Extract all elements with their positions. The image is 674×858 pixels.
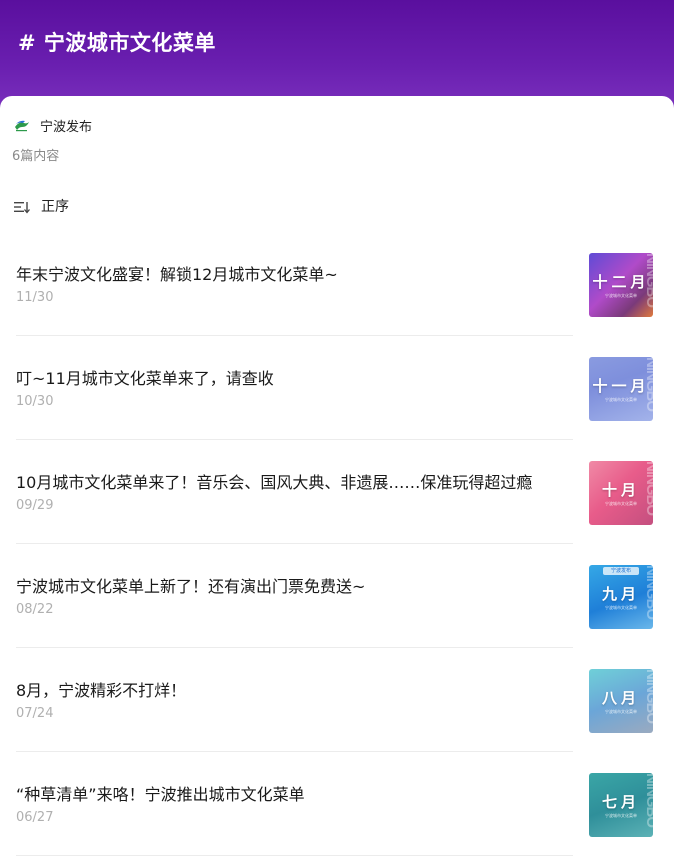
article-date: 08/22 <box>16 602 54 617</box>
article-row[interactable]: 10月城市文化菜单来了！音乐会、国风大典、非遗展……保准玩得超过瘾 09/29 … <box>0 432 674 544</box>
article-date: 09/29 <box>16 498 54 513</box>
article-title: 叮~11月城市文化菜单来了，请查收 <box>16 369 274 388</box>
article-date: 06/27 <box>16 810 54 825</box>
article-row[interactable]: 叮~11月城市文化菜单来了，请查收 10/30 NINGBO 十一月 宁波城市文… <box>0 328 674 440</box>
thumbnail-month: 八月 <box>601 689 640 707</box>
article-thumbnail: NINGBO 十一月 宁波城市文化菜单 <box>589 357 653 421</box>
ningbo-fabu-logo-icon <box>14 118 30 134</box>
article-date: 11/30 <box>16 290 54 305</box>
row-divider <box>16 855 573 856</box>
account-link[interactable]: 宁波发布 <box>14 116 92 135</box>
topic-title: # 宁波城市文化菜单 <box>18 31 216 55</box>
article-date: 07/24 <box>16 706 54 721</box>
thumbnail-month: 十二月 <box>592 273 650 291</box>
article-title: 10月城市文化菜单来了！音乐会、国风大典、非遗展……保准玩得超过瘾 <box>16 473 533 492</box>
article-row[interactable]: 8月，宁波精彩不打烊！ 07/24 NINGBO 八月 宁波城市文化菜单 <box>0 640 674 752</box>
topic-header: # 宁波城市文化菜单 <box>0 0 674 110</box>
thumbnail-subtitle: 宁波城市文化菜单 <box>605 501 637 506</box>
article-row[interactable]: 年末宁波文化盛宴！解锁12月城市文化菜单~ 11/30 NINGBO 十二月 宁… <box>0 224 674 336</box>
article-count: 6篇内容 <box>12 149 60 164</box>
content-card: 宁波发布 6篇内容 正序 年末宁波文化盛宴！解锁12月城市文化菜单~ 11/30… <box>0 96 674 858</box>
article-thumbnail: 宁波发布 NINGBO 九月 宁波城市文化菜单 <box>589 565 653 629</box>
article-thumbnail: NINGBO 十月 宁波城市文化菜单 <box>589 461 653 525</box>
thumbnail-subtitle: 宁波城市文化菜单 <box>605 709 637 714</box>
article-row[interactable]: “种草清单”来咯！宁波推出城市文化菜单 06/27 NINGBO 七月 宁波城市… <box>0 744 674 856</box>
thumbnail-subtitle: 宁波城市文化菜单 <box>605 397 637 402</box>
article-title: 年末宁波文化盛宴！解锁12月城市文化菜单~ <box>16 265 338 284</box>
thumbnail-subtitle: 宁波城市文化菜单 <box>605 813 637 818</box>
thumbnail-subtitle: 宁波城市文化菜单 <box>605 605 637 610</box>
thumbnail-month: 十月 <box>601 481 640 499</box>
thumbnail-month: 九月 <box>601 585 640 603</box>
sort-toggle[interactable]: 正序 <box>14 196 69 216</box>
article-row[interactable]: 宁波城市文化菜单上新了！还有演出门票免费送~ 08/22 宁波发布 NINGBO… <box>0 536 674 648</box>
article-title: 宁波城市文化菜单上新了！还有演出门票免费送~ <box>16 577 366 596</box>
thumbnail-month: 十一月 <box>592 377 650 395</box>
article-thumbnail: NINGBO 八月 宁波城市文化菜单 <box>589 669 653 733</box>
thumbnail-subtitle: 宁波城市文化菜单 <box>605 293 637 298</box>
article-date: 10/30 <box>16 394 54 409</box>
article-title: “种草清单”来咯！宁波推出城市文化菜单 <box>16 785 305 804</box>
article-list: 年末宁波文化盛宴！解锁12月城市文化菜单~ 11/30 NINGBO 十二月 宁… <box>0 224 674 856</box>
sort-order-icon <box>14 199 30 214</box>
article-thumbnail: NINGBO 十二月 宁波城市文化菜单 <box>589 253 653 317</box>
sort-label: 正序 <box>41 199 69 215</box>
article-thumbnail: NINGBO 七月 宁波城市文化菜单 <box>589 773 653 837</box>
account-name: 宁波发布 <box>40 120 93 135</box>
article-title: 8月，宁波精彩不打烊！ <box>16 681 187 700</box>
thumbnail-month: 七月 <box>601 793 640 811</box>
